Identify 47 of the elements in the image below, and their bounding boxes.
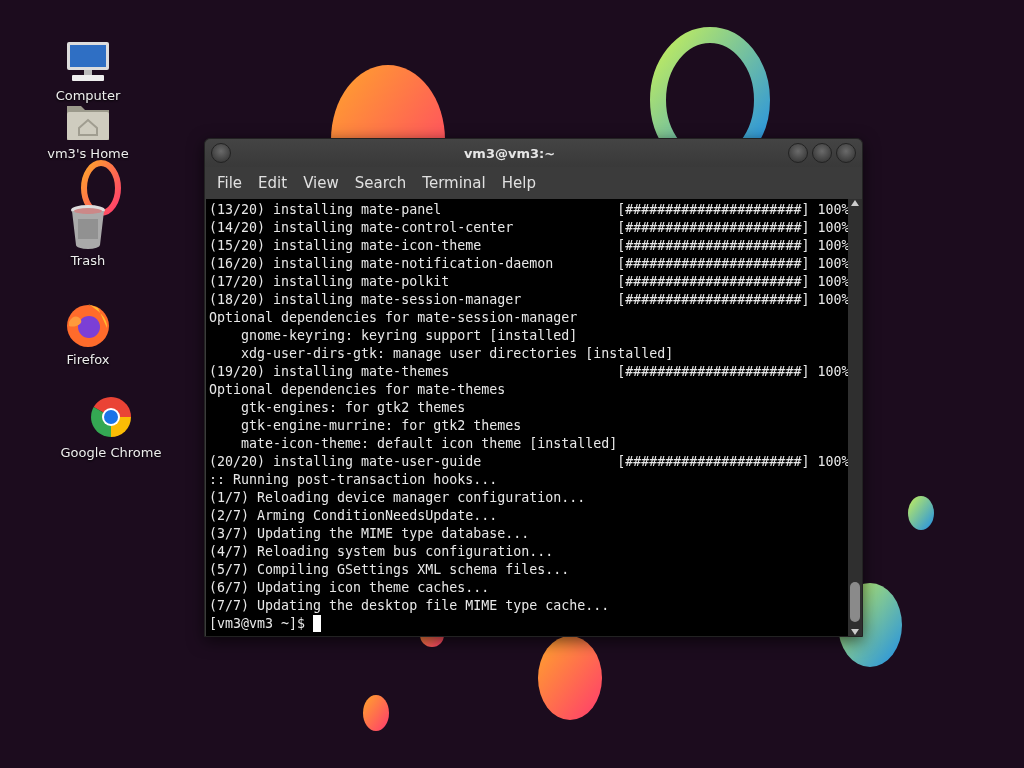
desktop-icon-label[interactable]: Google Chrome — [60, 445, 162, 460]
scrollbar[interactable] — [848, 199, 862, 636]
monitor-icon — [64, 40, 112, 84]
scroll-down-icon[interactable] — [850, 628, 860, 636]
trash-icon — [68, 203, 108, 249]
terminal-line: mate-icon-theme: default icon theme [installed] — [240, 435, 618, 453]
window-menu-button[interactable] — [211, 143, 231, 163]
maximize-button[interactable] — [812, 143, 832, 163]
terminal-line: (20/20) installing mate-user-guide — [209, 453, 483, 471]
menu-item[interactable]: View — [295, 174, 347, 192]
window-title: vm3@vm3:~ — [462, 145, 557, 161]
terminal-line: (4/7) Reloading system bus configuration... — [209, 543, 555, 561]
menu-item[interactable]: Edit — [250, 174, 296, 192]
terminal-line: (15/20) installing mate-icon-theme — [209, 237, 483, 255]
scroll-thumb[interactable] — [850, 582, 860, 622]
terminal-line: Optional dependencies for mate-themes — [209, 381, 507, 399]
terminal-line: xdg-user-dirs-gtk: manage user directories [installed] — [240, 345, 674, 363]
terminal-line: gtk-engines: for gtk2 themes — [240, 399, 467, 417]
terminal-line: Optional dependencies for mate-session-manager — [209, 309, 579, 327]
terminal-line: (14/20) installing mate-control-center — [209, 219, 515, 237]
minimize-button[interactable] — [788, 143, 808, 163]
terminal-line: (3/7) Updating the MIME type database... — [209, 525, 531, 543]
desktop-icon-label[interactable]: Firefox — [66, 352, 110, 367]
terminal-line: gtk-engine-murrine: for gtk2 themes — [240, 417, 523, 435]
desktop-icon-label[interactable]: Trash — [70, 253, 106, 268]
terminal-line: (18/20) installing mate-session-manager — [209, 291, 523, 309]
terminal-line: (7/7) Updating the desktop file MIME type cache... — [209, 597, 611, 615]
desktop-icon-label[interactable]: Computer — [55, 88, 121, 103]
scroll-up-icon[interactable] — [850, 199, 860, 207]
shell-prompt: [vm3@vm3 ~]$ — [209, 615, 306, 633]
terminal-line: (13/20) installing mate-panel — [209, 201, 443, 219]
text-cursor — [313, 615, 322, 632]
menu-item[interactable]: Help — [493, 174, 544, 192]
terminal-line: (5/7) Compiling GSettings XML schema files... — [209, 561, 571, 579]
terminal-line: (17/20) installing mate-polkit — [209, 273, 451, 291]
terminal-line: gnome-keyring: keyring support [installed] — [240, 327, 579, 345]
terminal-line: (19/20) installing mate-themes — [209, 363, 451, 381]
terminal-line: (16/20) installing mate-notification-daemon — [209, 255, 555, 273]
terminal-line: (1/7) Reloading device manager configuration... — [209, 489, 587, 507]
menu-item[interactable]: Terminal — [414, 174, 494, 192]
close-button[interactable] — [836, 143, 856, 163]
desktop-icon-label[interactable]: vm3's Home — [47, 146, 129, 161]
menu-item[interactable]: File — [209, 174, 251, 192]
menu-item[interactable]: Search — [346, 174, 415, 192]
terminal-line: :: Running post-transaction hooks... — [209, 471, 499, 489]
terminal-line: (6/7) Updating icon theme caches... — [209, 579, 491, 597]
terminal-line: (2/7) Arming ConditionNeedsUpdate... — [209, 507, 499, 525]
